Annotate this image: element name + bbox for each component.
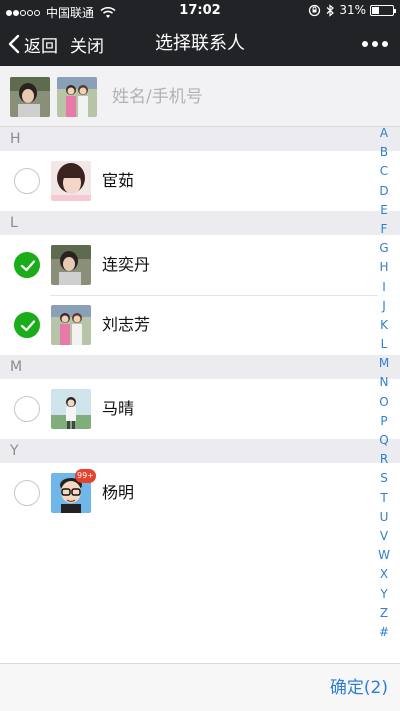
index-letter[interactable]: C bbox=[376, 162, 392, 181]
index-letter[interactable]: N bbox=[376, 373, 392, 392]
chevron-left-icon bbox=[8, 34, 20, 54]
list-item[interactable]: 连奕丹 bbox=[0, 235, 400, 295]
index-letter[interactable]: H bbox=[376, 258, 392, 277]
index-letter[interactable]: K bbox=[376, 316, 392, 335]
select-radio[interactable] bbox=[14, 252, 40, 278]
checkmark-icon bbox=[20, 260, 36, 272]
contact-name: 刘志芳 bbox=[102, 315, 151, 334]
rotation-lock-icon bbox=[309, 4, 321, 16]
more-button[interactable] bbox=[362, 36, 388, 52]
selected-contacts-bar bbox=[0, 66, 400, 127]
unread-badge: 99+ bbox=[75, 469, 96, 483]
index-letter[interactable]: I bbox=[376, 278, 392, 297]
select-radio[interactable] bbox=[14, 480, 40, 506]
list-item[interactable]: 宦茹 bbox=[0, 151, 400, 211]
battery-percent: 31% bbox=[339, 3, 366, 17]
list-item[interactable]: 刘志芳 bbox=[0, 295, 400, 355]
avatar bbox=[51, 245, 91, 285]
index-letter[interactable]: D bbox=[376, 182, 392, 201]
checkmark-icon bbox=[20, 320, 36, 332]
back-button[interactable]: 返回 bbox=[8, 22, 58, 66]
section-header: M bbox=[0, 355, 400, 379]
battery-icon bbox=[370, 4, 396, 16]
avatar bbox=[51, 305, 91, 345]
status-right: 31% bbox=[308, 3, 396, 17]
contact-name: 杨明 bbox=[102, 483, 135, 502]
avatar bbox=[51, 389, 91, 429]
confirm-button[interactable]: 确定(2) bbox=[330, 664, 388, 711]
selected-avatar[interactable] bbox=[10, 77, 50, 117]
search-input[interactable] bbox=[112, 82, 382, 112]
close-button[interactable]: 关闭 bbox=[70, 22, 104, 66]
index-letter[interactable]: J bbox=[376, 297, 392, 316]
index-letter[interactable]: X bbox=[376, 565, 392, 584]
section-header: Y bbox=[0, 439, 400, 463]
section-header: L bbox=[0, 211, 400, 235]
page-title: 选择联系人 bbox=[155, 33, 245, 54]
select-radio[interactable] bbox=[14, 396, 40, 422]
more-dots-icon bbox=[362, 41, 368, 47]
contact-name: 马晴 bbox=[102, 399, 135, 418]
contact-name: 连奕丹 bbox=[102, 255, 151, 274]
index-letter[interactable]: Z bbox=[376, 604, 392, 623]
select-radio[interactable] bbox=[14, 168, 40, 194]
index-letter[interactable]: G bbox=[376, 239, 392, 258]
list-item[interactable]: 99+ 杨明 bbox=[0, 463, 400, 523]
index-letter[interactable]: W bbox=[376, 546, 392, 565]
index-letter[interactable]: P bbox=[376, 412, 392, 431]
contact-name: 宦茹 bbox=[102, 171, 135, 190]
index-letter[interactable]: V bbox=[376, 527, 392, 546]
list-item[interactable]: 马晴 bbox=[0, 379, 400, 439]
select-radio[interactable] bbox=[14, 312, 40, 338]
index-letter[interactable]: F bbox=[376, 220, 392, 239]
bottom-bar: 确定(2) bbox=[0, 663, 400, 711]
index-letter[interactable]: L bbox=[376, 335, 392, 354]
index-letter[interactable]: O bbox=[376, 393, 392, 412]
navigation-bar: 返回 关闭 选择联系人 bbox=[0, 22, 400, 66]
index-letter[interactable]: B bbox=[376, 143, 392, 162]
index-letter[interactable]: U bbox=[376, 508, 392, 527]
status-bar: 中国联通 17:02 31% bbox=[0, 0, 400, 22]
index-letter[interactable]: M bbox=[376, 354, 392, 373]
back-label: 返回 bbox=[24, 36, 58, 57]
bluetooth-icon bbox=[326, 3, 335, 17]
index-letter[interactable]: Q bbox=[376, 431, 392, 450]
selected-avatar[interactable] bbox=[57, 77, 97, 117]
avatar bbox=[51, 161, 91, 201]
index-letter[interactable]: A bbox=[376, 124, 392, 143]
alphabet-index[interactable]: A B C D E F G H I J K L M N O P Q R S T … bbox=[376, 124, 392, 642]
index-letter[interactable]: R bbox=[376, 450, 392, 469]
contact-list: H 宦茹 L 连奕丹 刘志芳 M 马晴 Y 99+ 杨明 bbox=[0, 127, 400, 523]
index-letter[interactable]: Y bbox=[376, 585, 392, 604]
section-header: H bbox=[0, 127, 400, 151]
index-letter[interactable]: # bbox=[376, 623, 392, 642]
index-letter[interactable]: E bbox=[376, 201, 392, 220]
index-letter[interactable]: T bbox=[376, 489, 392, 508]
index-letter[interactable]: S bbox=[376, 469, 392, 488]
